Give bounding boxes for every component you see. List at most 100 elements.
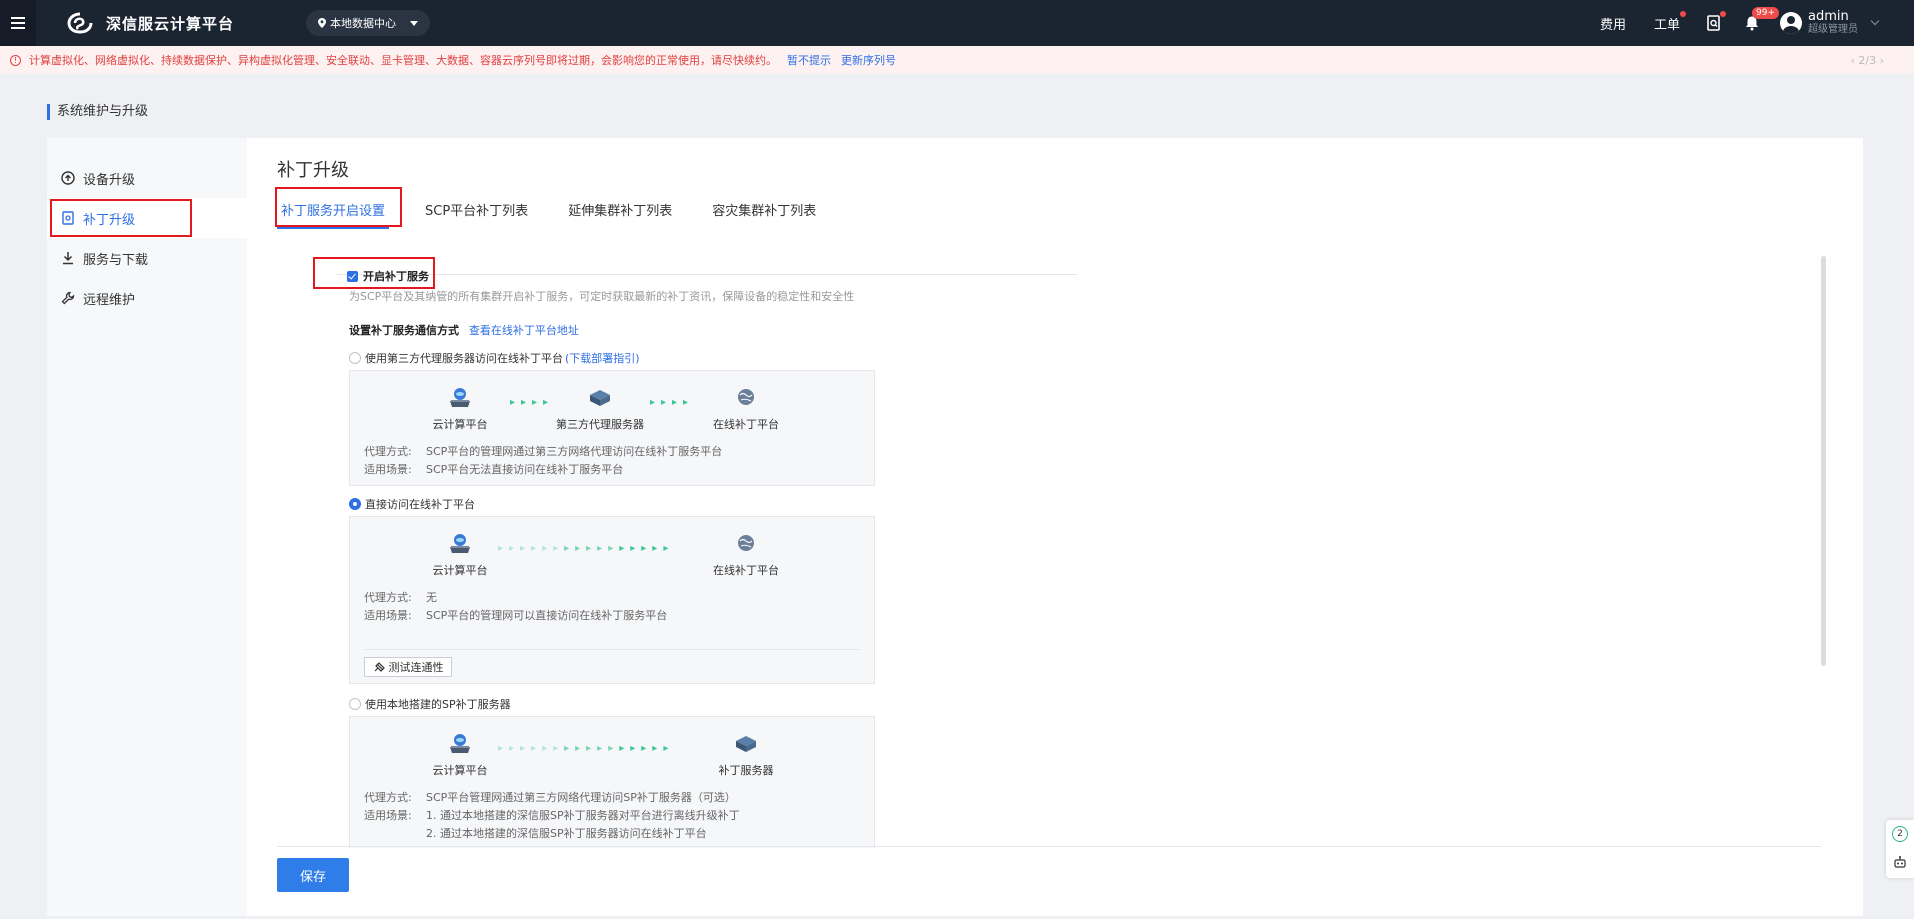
radio-button[interactable]: [349, 698, 361, 710]
sidebar-item-remote-maintenance[interactable]: 远程维护: [47, 278, 247, 318]
cloud-logo-icon: [67, 12, 93, 34]
sidebar-item-device-upgrade[interactable]: 设备升级: [47, 158, 247, 198]
comm-mode-title: 设置补丁服务通信方式 查看在线补丁平台地址: [349, 322, 579, 338]
avatar: [1780, 12, 1802, 34]
update-serial-link[interactable]: 更新序列号: [841, 52, 896, 68]
info-value: 1. 通过本地搭建的深信服SP补丁服务器对平台进行离线升级补丁: [426, 809, 740, 822]
node-cloud-platform: 云计算平台: [410, 733, 510, 778]
option-label: 直接访问在线补丁平台: [365, 498, 475, 511]
info-key: 适用场景:: [364, 809, 412, 822]
node-label: 云计算平台: [432, 418, 488, 431]
tab-scp-patch-list[interactable]: SCP平台补丁列表: [421, 198, 532, 226]
notice-pager[interactable]: ‹ 2/3 ›: [1851, 54, 1885, 67]
info-key: 代理方式:: [364, 791, 412, 804]
globe-icon: [738, 535, 754, 551]
server-icon: [736, 736, 756, 752]
node-label: 第三方代理服务器: [556, 418, 644, 431]
option-panel: 云计算平台 ▸▸▸▸▸▸▸▸▸▸▸▸▸▸▸▸ 在线补丁平台 代理方式: 无 适用场…: [349, 516, 875, 684]
chevron-down-icon: [410, 20, 419, 26]
node-cloud-platform: 云计算平台: [410, 533, 510, 578]
flow-arrows: ▸▸▸▸: [650, 397, 695, 408]
option-info: 代理方式: SCP平台管理网通过第三方网络代理访问SP补丁服务器（可选） 适用场景…: [364, 789, 740, 843]
sidebar-item-service-download[interactable]: 服务与下载: [47, 238, 247, 278]
enable-patch-service-checkbox[interactable]: 开启补丁服务: [347, 268, 429, 284]
checkbox-checked-icon: [347, 270, 358, 282]
info-key: 代理方式:: [364, 591, 412, 604]
top-bar: 深信服云计算平台 本地数据中心 费用 工单 99+ admin 超级管理员: [0, 0, 1914, 46]
dismiss-link[interactable]: 暂不提示: [787, 52, 831, 68]
cloud-platform-icon: [450, 534, 470, 553]
sidebar-item-patch-upgrade[interactable]: 补丁升级: [47, 198, 247, 238]
node-proxy-server: 第三方代理服务器: [550, 387, 650, 432]
tab-stretched-cluster-patch-list[interactable]: 延伸集群补丁列表: [564, 198, 676, 226]
node-label: 云计算平台: [432, 764, 488, 777]
node-label: 云计算平台: [432, 564, 488, 577]
comm-mode-label: 设置补丁服务通信方式: [349, 324, 459, 337]
node-label: 补丁服务器: [718, 764, 774, 777]
tab-dr-cluster-patch-list[interactable]: 容灾集群补丁列表: [708, 198, 820, 226]
divider: [364, 649, 860, 650]
option-label: 使用本地搭建的SP补丁服务器: [365, 698, 511, 711]
option-info: 代理方式: 无 适用场景: SCP平台的管理网可以直接访问在线补丁服务平台: [364, 589, 667, 625]
node-cloud-platform: 云计算平台: [410, 387, 510, 432]
info-value: 无: [426, 591, 437, 604]
info-value: SCP平台无法直接访问在线补丁服务平台: [426, 463, 624, 476]
side-nav: 设备升级 补丁升级 服务与下载 远程维护: [47, 138, 247, 916]
tab-bar: 补丁服务开启设置 SCP平台补丁列表 延伸集群补丁列表 容灾集群补丁列表: [277, 198, 852, 230]
info-value: SCP平台的管理网通过第三方网络代理访问在线补丁服务平台: [426, 445, 723, 458]
save-button[interactable]: 保存: [277, 858, 349, 892]
logo[interactable]: 深信服云计算平台: [66, 11, 234, 35]
license-notice: ! 计算虚拟化、网络虚拟化、持续数据保护、异构虚拟化管理、安全联动、显卡管理、大…: [0, 46, 1914, 74]
option-label: 使用第三方代理服务器访问在线补丁平台: [365, 352, 563, 365]
hamburger-menu-icon[interactable]: [0, 0, 36, 46]
bell-badge: 99+: [1752, 7, 1779, 19]
tickets-link[interactable]: 工单: [1653, 10, 1686, 33]
tickets-label: 工单: [1653, 17, 1680, 33]
plug-icon: [374, 662, 385, 672]
settings-content: 开启补丁服务 为SCP平台及其纳管的所有集群开启补丁服务，可定时获取最新的补丁资…: [317, 258, 1147, 848]
option-local-sp-server[interactable]: 使用本地搭建的SP补丁服务器: [349, 696, 511, 712]
info-value: 2. 通过本地搭建的深信服SP补丁服务器访问在线补丁平台: [426, 827, 707, 840]
main-panel: 补丁升级 补丁服务开启设置 SCP平台补丁列表 延伸集群补丁列表 容灾集群补丁列…: [247, 138, 1863, 916]
fees-link[interactable]: 费用: [1600, 14, 1626, 33]
datacenter-select[interactable]: 本地数据中心: [306, 10, 431, 36]
flow-arrows: ▸▸▸▸: [510, 397, 555, 408]
datacenter-label: 本地数据中心: [330, 17, 397, 30]
info-key: 适用场景:: [364, 463, 412, 476]
option-direct-access[interactable]: 直接访问在线补丁平台: [349, 496, 475, 512]
task-doc-icon[interactable]: [1706, 11, 1726, 31]
bell-icon[interactable]: 99+: [1744, 7, 1779, 31]
option-panel: 云计算平台 ▸▸▸▸▸▸▸▸▸▸▸▸▸▸▸▸ 补丁服务器 代理方式: SCP平台管…: [349, 716, 875, 848]
deploy-guide-link[interactable]: (下载部署指引): [565, 350, 640, 366]
user-menu[interactable]: admin 超级管理员: [1780, 9, 1880, 36]
wrench-icon: [61, 291, 75, 305]
info-value: SCP平台的管理网可以直接访问在线补丁服务平台: [426, 609, 668, 622]
download-icon: [63, 252, 73, 265]
user-name: admin: [1808, 9, 1849, 24]
tab-patch-service-settings[interactable]: 补丁服务开启设置: [277, 198, 390, 229]
node-online-platform: 在线补丁平台: [696, 533, 796, 578]
sidebar-item-label: 服务与下载: [83, 252, 149, 268]
node-label: 在线补丁平台: [713, 564, 779, 577]
chevron-down-icon: [1870, 16, 1880, 26]
message-count: 2: [1892, 826, 1908, 842]
app-title: 深信服云计算平台: [106, 14, 235, 33]
radio-button[interactable]: [349, 352, 361, 364]
option-third-party-proxy[interactable]: 使用第三方代理服务器访问在线补丁平台 (下载部署指引): [349, 350, 640, 366]
location-pin-icon: [318, 18, 327, 28]
cloud-platform-icon: [450, 388, 470, 407]
view-platform-address-link[interactable]: 查看在线补丁平台地址: [469, 324, 579, 337]
radio-button-selected[interactable]: [349, 498, 361, 510]
scrollbar[interactable]: [1821, 256, 1826, 666]
user-role: 超级管理员: [1808, 24, 1858, 35]
info-value: SCP平台管理网通过第三方网络代理访问SP补丁服务器（可选）: [426, 791, 736, 804]
info-key: 适用场景:: [364, 609, 412, 622]
page-title: 系统维护与升级: [47, 104, 148, 120]
message-count-button[interactable]: 2: [1886, 820, 1914, 848]
test-connectivity-button[interactable]: 测试连通性: [364, 657, 452, 677]
info-key: 代理方式:: [364, 445, 412, 458]
test-button-label: 测试连通性: [388, 661, 444, 674]
sidebar-item-label: 补丁升级: [83, 212, 136, 228]
server-icon: [590, 390, 610, 406]
robot-assistant-icon[interactable]: [1886, 848, 1914, 876]
